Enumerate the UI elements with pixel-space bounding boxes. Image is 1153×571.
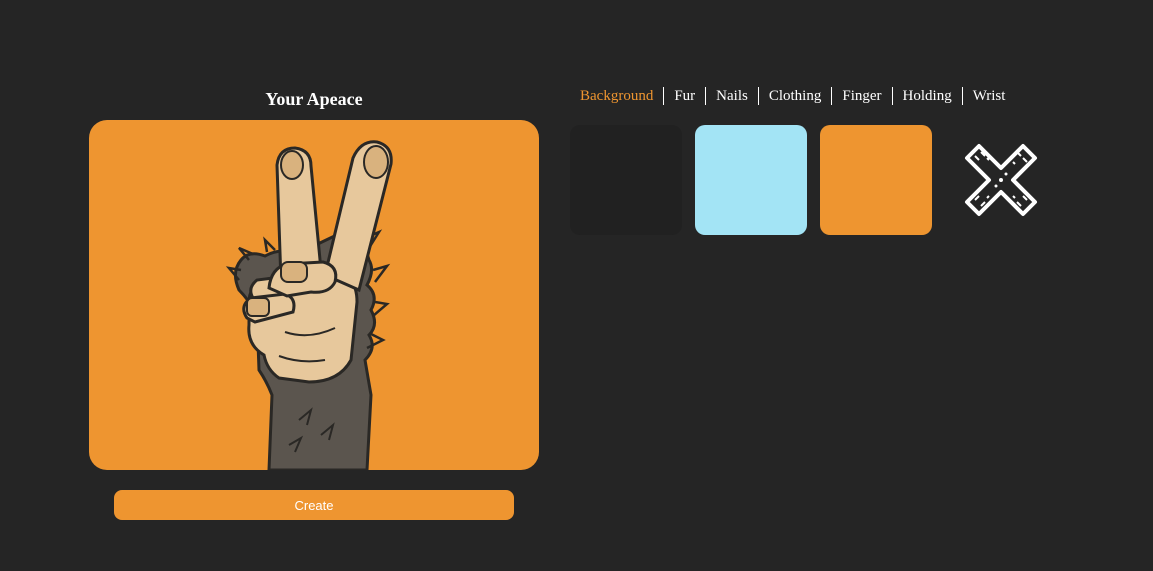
tab-fur[interactable]: Fur (663, 87, 705, 105)
tab-holding[interactable]: Holding (891, 87, 962, 105)
preview-card (89, 120, 539, 470)
background-options (570, 125, 1057, 235)
app-root: Your Apeace Create Background Fur Nails … (0, 0, 1153, 571)
peace-sign-hand-icon (89, 120, 539, 470)
remove-x-icon (965, 144, 1037, 216)
tab-finger[interactable]: Finger (831, 87, 891, 105)
create-button[interactable]: Create (114, 490, 514, 520)
tab-wrist[interactable]: Wrist (961, 87, 1016, 105)
tab-background[interactable]: Background (570, 87, 663, 105)
swatch-orange[interactable] (820, 125, 932, 235)
tab-clothing[interactable]: Clothing (757, 87, 832, 105)
category-tabs: Background Fur Nails Clothing Finger Hol… (570, 86, 1015, 106)
swatch-light-blue[interactable] (695, 125, 807, 235)
preview-title: Your Apeace (265, 89, 363, 109)
swatch-none[interactable] (945, 125, 1057, 235)
tab-nails[interactable]: Nails (705, 87, 758, 105)
swatch-dark[interactable] (570, 125, 682, 235)
